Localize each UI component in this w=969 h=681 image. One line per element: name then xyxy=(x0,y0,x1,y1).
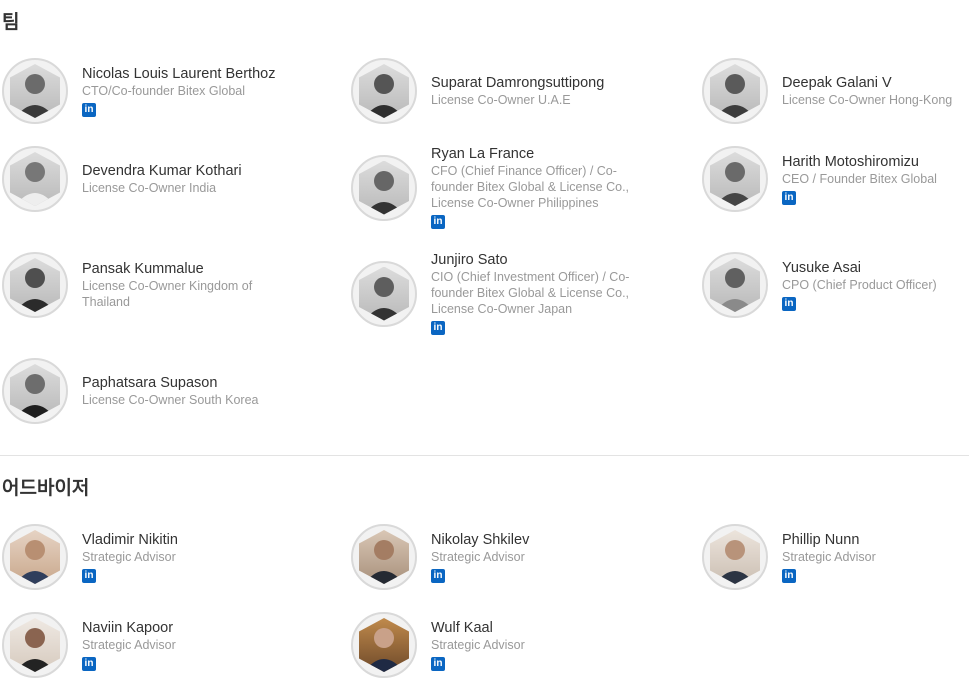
advisors-title: 어드바이저 xyxy=(2,477,90,499)
team-member-card: Nicolas Louis Laurent Berthoz CTO/Co-fou… xyxy=(2,58,297,124)
member-name: Ryan La France xyxy=(431,146,535,162)
advisor-name: Naviin Kapoor xyxy=(82,619,174,636)
member-name: Yusuke Asai xyxy=(782,259,861,276)
avatar[interactable] xyxy=(351,524,417,590)
member-name: Pansak Kummalue xyxy=(82,260,204,277)
member-name: Deepak Galani V xyxy=(782,74,892,91)
member-name: Nicolas Louis Laurent Berthoz xyxy=(82,65,276,82)
team-member-card: Yusuke Asai CPO (Chief Product Officer) … xyxy=(702,252,969,318)
avatar[interactable] xyxy=(702,252,768,318)
member-name: Harith Motoshiromizu xyxy=(782,153,919,170)
avatar[interactable] xyxy=(2,146,68,212)
linkedin-icon[interactable]: in xyxy=(82,568,96,583)
linkedin-icon[interactable]: in xyxy=(82,656,96,671)
member-role: License Co-Owner South Korea xyxy=(82,392,259,407)
advisor-name: Vladimir Nikitin xyxy=(82,531,178,548)
advisor-name: Phillip Nunn xyxy=(782,531,860,548)
avatar[interactable] xyxy=(702,524,768,590)
advisor-name: Nikolay Shkilev xyxy=(431,531,530,548)
team-member-card: Suparat Damrongsuttipong License Co-Owne… xyxy=(351,58,646,124)
member-role: License Co-Owner U.A.E xyxy=(431,92,571,107)
advisor-card: Nikolay Shkilev Strategic Advisor in xyxy=(351,524,646,590)
advisor-card: Vladimir Nikitin Strategic Advisor in xyxy=(2,524,297,590)
avatar[interactable] xyxy=(2,252,68,318)
avatar[interactable] xyxy=(351,154,417,221)
linkedin-icon[interactable]: in xyxy=(431,321,445,335)
advisor-role: Strategic Advisor xyxy=(82,549,176,564)
linkedin-icon[interactable]: in xyxy=(431,215,445,229)
avatar[interactable] xyxy=(702,58,768,124)
avatar[interactable] xyxy=(2,612,68,678)
team-member-card: Pansak Kummalue License Co-Owner Kingdom… xyxy=(2,252,297,318)
avatar[interactable] xyxy=(702,146,768,212)
advisor-card: Wulf Kaal Strategic Advisor in xyxy=(351,612,646,678)
member-role: License Co-Owner India xyxy=(82,180,217,195)
linkedin-icon[interactable]: in xyxy=(431,568,445,583)
advisor-role: Strategic Advisor xyxy=(782,549,876,564)
advisor-card: Phillip Nunn Strategic Advisor in xyxy=(702,524,969,590)
advisor-card: Naviin Kapoor Strategic Advisor in xyxy=(2,612,297,678)
linkedin-icon[interactable]: in xyxy=(782,568,796,583)
avatar[interactable] xyxy=(2,358,68,424)
team-member-card: Harith Motoshiromizu CEO / Founder Bitex… xyxy=(702,146,969,212)
member-role: CPO (Chief Product Officer) xyxy=(782,277,937,292)
linkedin-icon[interactable]: in xyxy=(431,656,445,671)
avatar[interactable] xyxy=(351,260,417,327)
linkedin-icon[interactable]: in xyxy=(82,102,96,117)
member-role: CEO / Founder Bitex Global xyxy=(782,171,937,186)
team-member-card: Devendra Kumar Kothari License Co-Owner … xyxy=(2,146,297,212)
team-member-card: Ryan La France CFO (Chief Finance Office… xyxy=(351,146,646,229)
section-divider xyxy=(0,455,969,456)
advisor-role: Strategic Advisor xyxy=(82,637,176,652)
team-member-card: Junjiro Sato CIO (Chief Investment Offic… xyxy=(351,252,646,335)
advisor-name: Wulf Kaal xyxy=(431,619,493,636)
linkedin-icon[interactable]: in xyxy=(782,296,796,311)
member-role: CFO (Chief Finance Officer) / Co-founder… xyxy=(431,164,630,210)
team-title: 팀 xyxy=(2,11,20,33)
member-role: CTO/Co-founder Bitex Global xyxy=(82,83,246,98)
member-role: License Co-Owner Hong-Kong xyxy=(782,92,953,107)
member-role: License Co-Owner Kingdom of Thailand xyxy=(82,278,253,309)
advisor-role: Strategic Advisor xyxy=(431,637,525,652)
linkedin-icon[interactable]: in xyxy=(782,190,796,205)
team-member-card: Deepak Galani V License Co-Owner Hong-Ko… xyxy=(702,58,969,124)
member-name: Suparat Damrongsuttipong xyxy=(431,74,605,91)
advisor-role: Strategic Advisor xyxy=(431,549,525,564)
member-role: CIO (Chief Investment Officer) / Co-foun… xyxy=(431,270,630,316)
member-name: Junjiro Sato xyxy=(431,252,508,268)
team-member-card: Paphatsara Supason License Co-Owner Sout… xyxy=(2,358,297,424)
member-name: Paphatsara Supason xyxy=(82,374,218,391)
avatar[interactable] xyxy=(351,58,417,124)
avatar[interactable] xyxy=(351,612,417,678)
member-name: Devendra Kumar Kothari xyxy=(82,162,242,179)
avatar[interactable] xyxy=(2,524,68,590)
avatar[interactable] xyxy=(2,58,68,124)
